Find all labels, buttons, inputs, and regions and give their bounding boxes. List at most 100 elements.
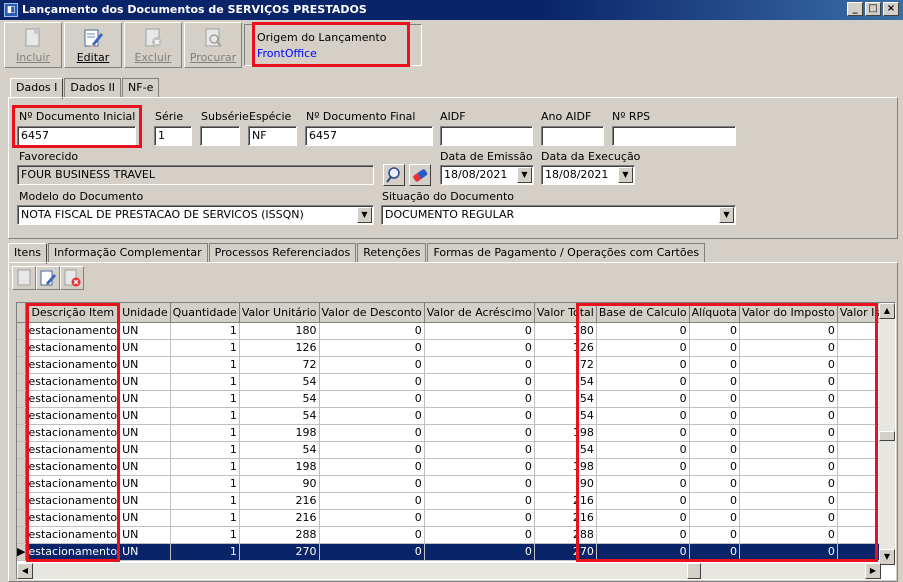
table-cell[interactable]: 1 (170, 458, 240, 476)
column-header[interactable]: Unidade (119, 303, 171, 323)
tab-processos-referenciados[interactable]: Processos Referenciados (208, 243, 357, 263)
table-cell[interactable]: 0 (424, 492, 535, 510)
rps-input[interactable] (612, 126, 736, 146)
minimize-button[interactable]: _ (847, 2, 863, 16)
table-cell[interactable]: 0 (319, 407, 425, 425)
data-emissao-select[interactable]: 18/08/2021 ▼ (440, 165, 534, 185)
table-cell[interactable]: 1 (170, 543, 240, 561)
hscroll-thumb[interactable] (687, 563, 701, 579)
column-header[interactable]: Valor de Desconto (319, 303, 425, 323)
table-cell[interactable]: 0 (424, 390, 535, 408)
table-cell[interactable]: 0 (424, 424, 535, 442)
table-cell[interactable]: UN (119, 458, 171, 476)
situacao-select[interactable]: DOCUMENTO REGULAR ▼ (381, 205, 736, 225)
maximize-button[interactable]: □ (865, 2, 881, 16)
excluir-button[interactable]: Excluir (124, 22, 182, 68)
table-cell[interactable]: 0 (424, 322, 535, 340)
table-cell[interactable]: 1 (170, 322, 240, 340)
row-indicator[interactable] (17, 322, 27, 340)
ano-aidf-input[interactable] (541, 126, 604, 146)
table-cell[interactable]: 0 (424, 475, 535, 493)
table-cell[interactable]: 0 (319, 339, 425, 357)
table-cell[interactable]: 0 (424, 526, 535, 544)
close-button[interactable]: × (883, 2, 899, 16)
table-cell[interactable]: 0 (319, 509, 425, 527)
table-cell[interactable]: 1 (170, 509, 240, 527)
scroll-thumb[interactable] (879, 431, 895, 441)
table-cell[interactable]: UN (119, 526, 171, 544)
row-indicator[interactable] (17, 441, 27, 459)
chevron-down-icon[interactable]: ▼ (357, 207, 372, 223)
scroll-left-icon[interactable]: ◀ (17, 563, 33, 579)
chevron-down-icon[interactable]: ▼ (517, 167, 532, 183)
table-cell[interactable]: 0 (319, 526, 425, 544)
table-cell[interactable]: 0 (424, 543, 535, 561)
table-cell[interactable]: UN (119, 475, 171, 493)
table-cell[interactable]: 0 (319, 475, 425, 493)
table-cell[interactable]: 1 (170, 441, 240, 459)
scroll-up-icon[interactable]: ▲ (879, 303, 895, 319)
tab-nfe[interactable]: NF-e (122, 78, 160, 98)
table-cell[interactable]: 0 (319, 322, 425, 340)
especie-input[interactable]: NF (248, 126, 297, 146)
table-cell[interactable]: UN (119, 407, 171, 425)
clear-favorecido-button[interactable] (409, 164, 431, 186)
editar-button[interactable]: Editar (64, 22, 122, 68)
serie-input[interactable]: 1 (154, 126, 192, 146)
table-cell[interactable]: UN (119, 543, 171, 561)
tab-informacao-complementar[interactable]: Informação Complementar (48, 243, 208, 263)
table-cell[interactable]: 0 (424, 407, 535, 425)
table-cell[interactable]: UN (119, 509, 171, 527)
table-cell[interactable]: 72 (239, 356, 320, 374)
column-header[interactable]: Valor Unitário (239, 303, 320, 323)
incluir-button[interactable]: Incluir (4, 22, 62, 68)
table-cell[interactable]: UN (119, 339, 171, 357)
tab-dados-i[interactable]: Dados I (10, 78, 64, 99)
table-cell[interactable]: 126 (239, 339, 320, 357)
table-cell[interactable]: 288 (239, 526, 320, 544)
tab-itens[interactable]: Itens (8, 243, 48, 264)
table-cell[interactable]: UN (119, 424, 171, 442)
table-cell[interactable]: 90 (239, 475, 320, 493)
horizontal-scrollbar[interactable]: ◀ ▶ (17, 563, 881, 579)
table-cell[interactable]: 216 (239, 509, 320, 527)
row-indicator[interactable] (17, 390, 27, 408)
table-cell[interactable]: 1 (170, 339, 240, 357)
scroll-down-icon[interactable]: ▼ (879, 549, 895, 565)
table-cell[interactable]: UN (119, 390, 171, 408)
table-cell[interactable]: 0 (319, 390, 425, 408)
vertical-scrollbar[interactable]: ▲ ▼ (879, 303, 895, 565)
table-cell[interactable]: 1 (170, 373, 240, 391)
table-cell[interactable]: 0 (424, 509, 535, 527)
table-cell[interactable]: 0 (424, 356, 535, 374)
row-pointer-icon[interactable]: ▶ (17, 543, 27, 561)
table-cell[interactable]: 270 (239, 543, 320, 561)
table-cell[interactable]: UN (119, 322, 171, 340)
chevron-down-icon[interactable]: ▼ (719, 207, 734, 223)
row-indicator[interactable] (17, 492, 27, 510)
table-cell[interactable]: 0 (319, 492, 425, 510)
table-cell[interactable]: 54 (239, 373, 320, 391)
row-indicator[interactable] (17, 356, 27, 374)
table-cell[interactable]: 54 (239, 390, 320, 408)
column-header[interactable]: Valor de Acréscimo (424, 303, 535, 323)
data-execucao-select[interactable]: 18/08/2021 ▼ (541, 165, 635, 185)
row-indicator[interactable] (17, 526, 27, 544)
table-cell[interactable]: UN (119, 373, 171, 391)
table-cell[interactable]: 0 (319, 543, 425, 561)
row-indicator[interactable] (17, 407, 27, 425)
row-indicator[interactable] (17, 458, 27, 476)
procurar-button[interactable]: Procurar (184, 22, 242, 68)
table-cell[interactable]: 0 (424, 458, 535, 476)
table-cell[interactable]: 1 (170, 407, 240, 425)
table-cell[interactable]: 198 (239, 458, 320, 476)
table-cell[interactable]: 0 (319, 441, 425, 459)
table-cell[interactable]: 1 (170, 390, 240, 408)
table-cell[interactable]: 0 (424, 373, 535, 391)
table-cell[interactable]: 1 (170, 356, 240, 374)
table-cell[interactable]: 0 (319, 373, 425, 391)
chevron-down-icon[interactable]: ▼ (618, 167, 633, 183)
table-cell[interactable]: 1 (170, 475, 240, 493)
row-indicator[interactable] (17, 424, 27, 442)
table-cell[interactable]: 0 (424, 441, 535, 459)
